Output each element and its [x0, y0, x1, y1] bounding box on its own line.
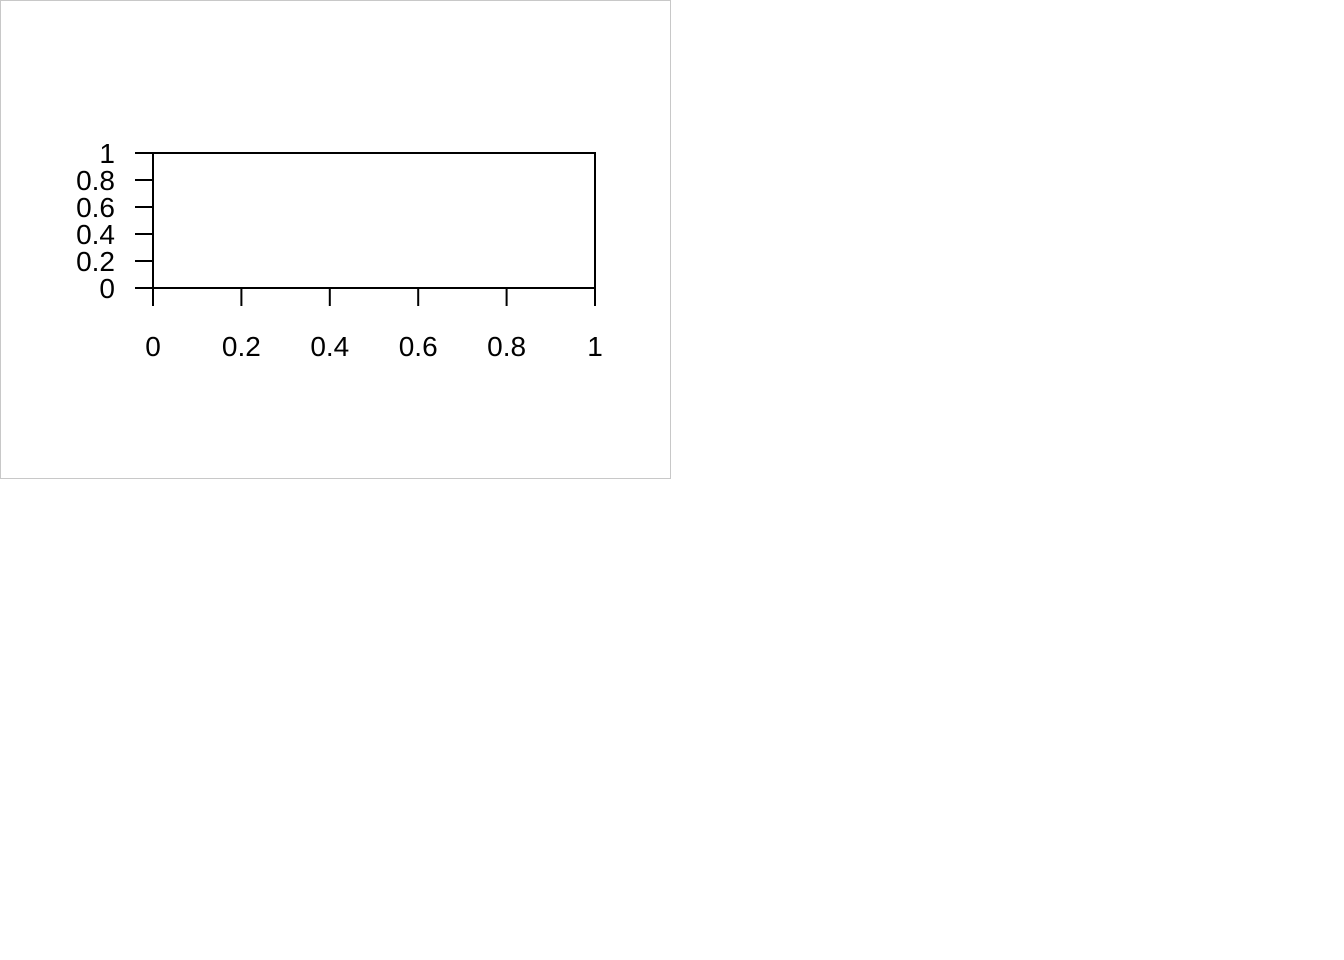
x-tick-label: 0.2	[222, 331, 261, 362]
x-axis: 0 0.2 0.4 0.6 0.8 1	[145, 288, 603, 362]
y-tick-label: 0	[99, 273, 115, 304]
x-tick-label: 0.6	[399, 331, 438, 362]
x-tick-label: 0.4	[310, 331, 349, 362]
y-tick-label: 0.4	[76, 219, 115, 250]
y-tick-label: 0.6	[76, 192, 115, 223]
x-tick-label: 0.8	[487, 331, 526, 362]
x-tick-label: 1	[587, 331, 603, 362]
chart-svg: 0 0.2 0.4 0.6 0.8 1 00.20.40.60.81	[76, 138, 603, 362]
y-tick-label: 1	[99, 138, 115, 169]
y-tick-label: 0.2	[76, 246, 115, 277]
plot-area-frame	[152, 152, 596, 289]
x-tick-label: 0	[145, 331, 161, 362]
y-axis: 00.20.40.60.81	[76, 138, 153, 304]
y-tick-label: 0.8	[76, 165, 115, 196]
